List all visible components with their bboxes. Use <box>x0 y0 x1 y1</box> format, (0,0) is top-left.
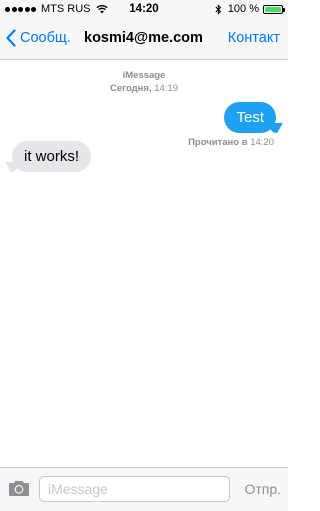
timestamp-day: Сегодня, <box>109 83 152 94</box>
message-input-bar: Отпр. <box>0 467 288 511</box>
nav-bar: Сообщ. kosmi4@me.com Контакт <box>0 20 288 60</box>
message-input[interactable] <box>39 476 230 502</box>
conversation-timestamp: Сегодня, 14:19 <box>0 83 288 94</box>
messages-screen: MTS RUS 14:20 100 % Сообщ. kosmi4@me.com… <box>0 0 288 511</box>
back-button[interactable]: Сообщ. <box>6 29 71 47</box>
read-receipt-label: Прочитано в <box>188 137 248 148</box>
battery-level <box>265 6 281 12</box>
read-receipt-time: 14:20 <box>250 137 274 148</box>
status-bar: MTS RUS 14:20 100 % <box>0 0 288 20</box>
camera-icon[interactable] <box>8 480 30 497</box>
battery-percent: 100 % <box>227 3 259 15</box>
timestamp-time: 14:19 <box>154 83 179 94</box>
bluetooth-icon <box>215 3 222 15</box>
back-label: Сообщ. <box>20 30 71 46</box>
incoming-message-bubble[interactable]: it works! <box>12 141 92 172</box>
contact-button[interactable]: Контакт <box>228 30 280 46</box>
battery-icon <box>263 4 285 14</box>
read-receipt: Прочитано в 14:20 <box>188 137 274 148</box>
status-right: 100 % <box>215 3 285 15</box>
service-label: iMessage <box>122 70 166 81</box>
conversation-title: kosmi4@me.com <box>84 30 203 46</box>
outgoing-message-bubble[interactable]: Test <box>224 102 276 133</box>
send-button[interactable]: Отпр. <box>244 481 281 497</box>
chevron-left-icon <box>6 29 16 47</box>
